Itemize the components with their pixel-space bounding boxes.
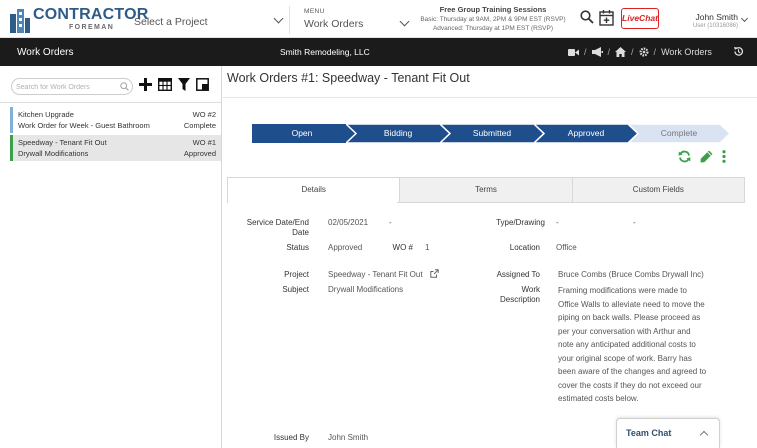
breadcrumb-separator: / xyxy=(607,47,611,57)
calendar-add-icon[interactable] xyxy=(599,9,614,26)
table-view-icon[interactable] xyxy=(158,78,172,91)
megaphone-icon[interactable] xyxy=(591,47,603,57)
user-id: User (10316086) xyxy=(692,23,738,29)
list-item-subtitle: Work Order for Week - Guest Bathroom xyxy=(18,121,150,130)
logo-subtext: FOREMAN xyxy=(69,24,115,31)
chevron-down-icon xyxy=(273,13,284,24)
top-header: CONTRACTOR FOREMAN Select a Project MENU… xyxy=(0,0,757,38)
team-chat-label: Team Chat xyxy=(626,428,672,438)
module-navbar: Work Orders Smith Remodeling, LLC / / / … xyxy=(0,38,757,66)
wo-number-value: 1 xyxy=(425,243,430,252)
work-order-list-panel: Kitchen Upgrade WO #2 Work Order for Wee… xyxy=(0,66,222,448)
training-advanced[interactable]: Advanced: Thursday at 1PM EST (RSVP) xyxy=(416,25,570,32)
list-item-status: Complete xyxy=(183,121,216,130)
assigned-to-value: Bruce Combs (Bruce Combs Drywall Inc) xyxy=(558,270,704,279)
menu-label: MENU xyxy=(304,8,325,15)
list-toolbar xyxy=(139,78,209,91)
assigned-to-label: Assigned To xyxy=(496,270,540,279)
history-icon[interactable] xyxy=(733,46,744,57)
list-divider xyxy=(0,102,221,103)
module-title: Work Orders xyxy=(17,47,74,58)
location-label: Location xyxy=(509,243,540,252)
project-select-value: Select a Project xyxy=(134,16,208,28)
breadcrumb: / / / / Work Orders xyxy=(568,46,712,58)
team-chat-widget[interactable]: Team Chat xyxy=(616,418,720,448)
details-content: Service Date/End Date 02/05/2021 - Type/… xyxy=(223,66,757,448)
breadcrumb-separator: / xyxy=(631,47,634,57)
training-basic[interactable]: Basic: Thursday at 9AM, 2PM & 9PM EST (R… xyxy=(416,16,570,23)
menu-value: Work Orders xyxy=(304,18,364,30)
company-name: Smith Remodeling, LLC xyxy=(280,47,370,57)
list-item-status: Approved xyxy=(183,149,216,158)
issued-by-label: Issued By xyxy=(273,433,309,442)
subject-value: Drywall Modifications xyxy=(328,285,404,294)
livechat-button[interactable]: LiveChat xyxy=(621,8,659,29)
user-menu[interactable]: John Smith User (10316086) xyxy=(672,12,738,29)
contractor-foreman-logo[interactable]: CONTRACTOR FOREMAN xyxy=(9,5,148,35)
project-value[interactable]: Speedway - Tenant Fit Out xyxy=(328,270,423,280)
type-drawing-label: Type/Drawing xyxy=(496,218,545,227)
status-label: Status xyxy=(286,243,309,252)
list-item[interactable]: Kitchen Upgrade WO #2 Work Order for Wee… xyxy=(10,107,221,133)
service-date-end-value: - xyxy=(389,218,392,227)
user-name: John Smith xyxy=(695,12,738,22)
list-item-title: Kitchen Upgrade xyxy=(18,110,74,119)
project-select[interactable]: Select a Project xyxy=(128,6,290,34)
list-item[interactable]: Speedway - Tenant Fit Out WO #1 Drywall … xyxy=(10,135,221,161)
training-sessions[interactable]: Free Group Training Sessions Basic: Thur… xyxy=(416,5,570,32)
work-description-value: Framing modifications were made to Offic… xyxy=(558,286,707,403)
search-icon[interactable] xyxy=(580,10,594,24)
list-item-wo-number: WO #1 xyxy=(192,138,216,147)
breadcrumb-separator: / xyxy=(653,47,657,57)
chevron-down-icon[interactable] xyxy=(740,14,749,23)
work-description-label: Work Description xyxy=(499,285,540,304)
issued-by-value: John Smith xyxy=(328,433,369,442)
breadcrumb-separator: / xyxy=(584,47,587,57)
list-item-subtitle: Drywall Modifications xyxy=(18,149,89,158)
add-icon[interactable] xyxy=(139,78,152,91)
service-date-label: Service Date/End Date xyxy=(246,218,309,237)
panel-layout-icon[interactable] xyxy=(196,78,209,91)
wo-number-label: WO # xyxy=(392,243,413,252)
service-date-value: 02/05/2021 xyxy=(328,218,369,227)
home-icon[interactable] xyxy=(615,47,627,57)
breadcrumb-current: Work Orders xyxy=(661,47,712,57)
list-item-wo-number: WO #2 xyxy=(192,110,216,119)
search-input[interactable] xyxy=(16,81,116,93)
training-title: Free Group Training Sessions xyxy=(439,5,547,14)
status-value: Approved xyxy=(328,243,363,252)
video-icon[interactable] xyxy=(568,48,579,57)
project-label: Project xyxy=(284,270,309,279)
drawing-value: - xyxy=(633,218,636,227)
filter-icon[interactable] xyxy=(178,78,190,91)
subject-label: Subject xyxy=(282,285,309,294)
location-value: Office xyxy=(556,243,577,252)
menu-select[interactable]: MENU Work Orders xyxy=(300,6,412,34)
search-icon[interactable] xyxy=(120,82,129,91)
type-value: - xyxy=(556,218,559,227)
list-item-title: Speedway - Tenant Fit Out xyxy=(18,138,107,147)
work-order-search xyxy=(11,78,133,95)
logo-building-icon xyxy=(10,9,30,33)
chevron-down-icon xyxy=(399,16,410,27)
work-order-detail: Work Orders #1: Speedway - Tenant Fit Ou… xyxy=(223,66,757,448)
chevron-up-icon[interactable] xyxy=(699,430,709,440)
external-link-icon[interactable] xyxy=(430,269,439,278)
gear-icon[interactable] xyxy=(639,47,649,57)
